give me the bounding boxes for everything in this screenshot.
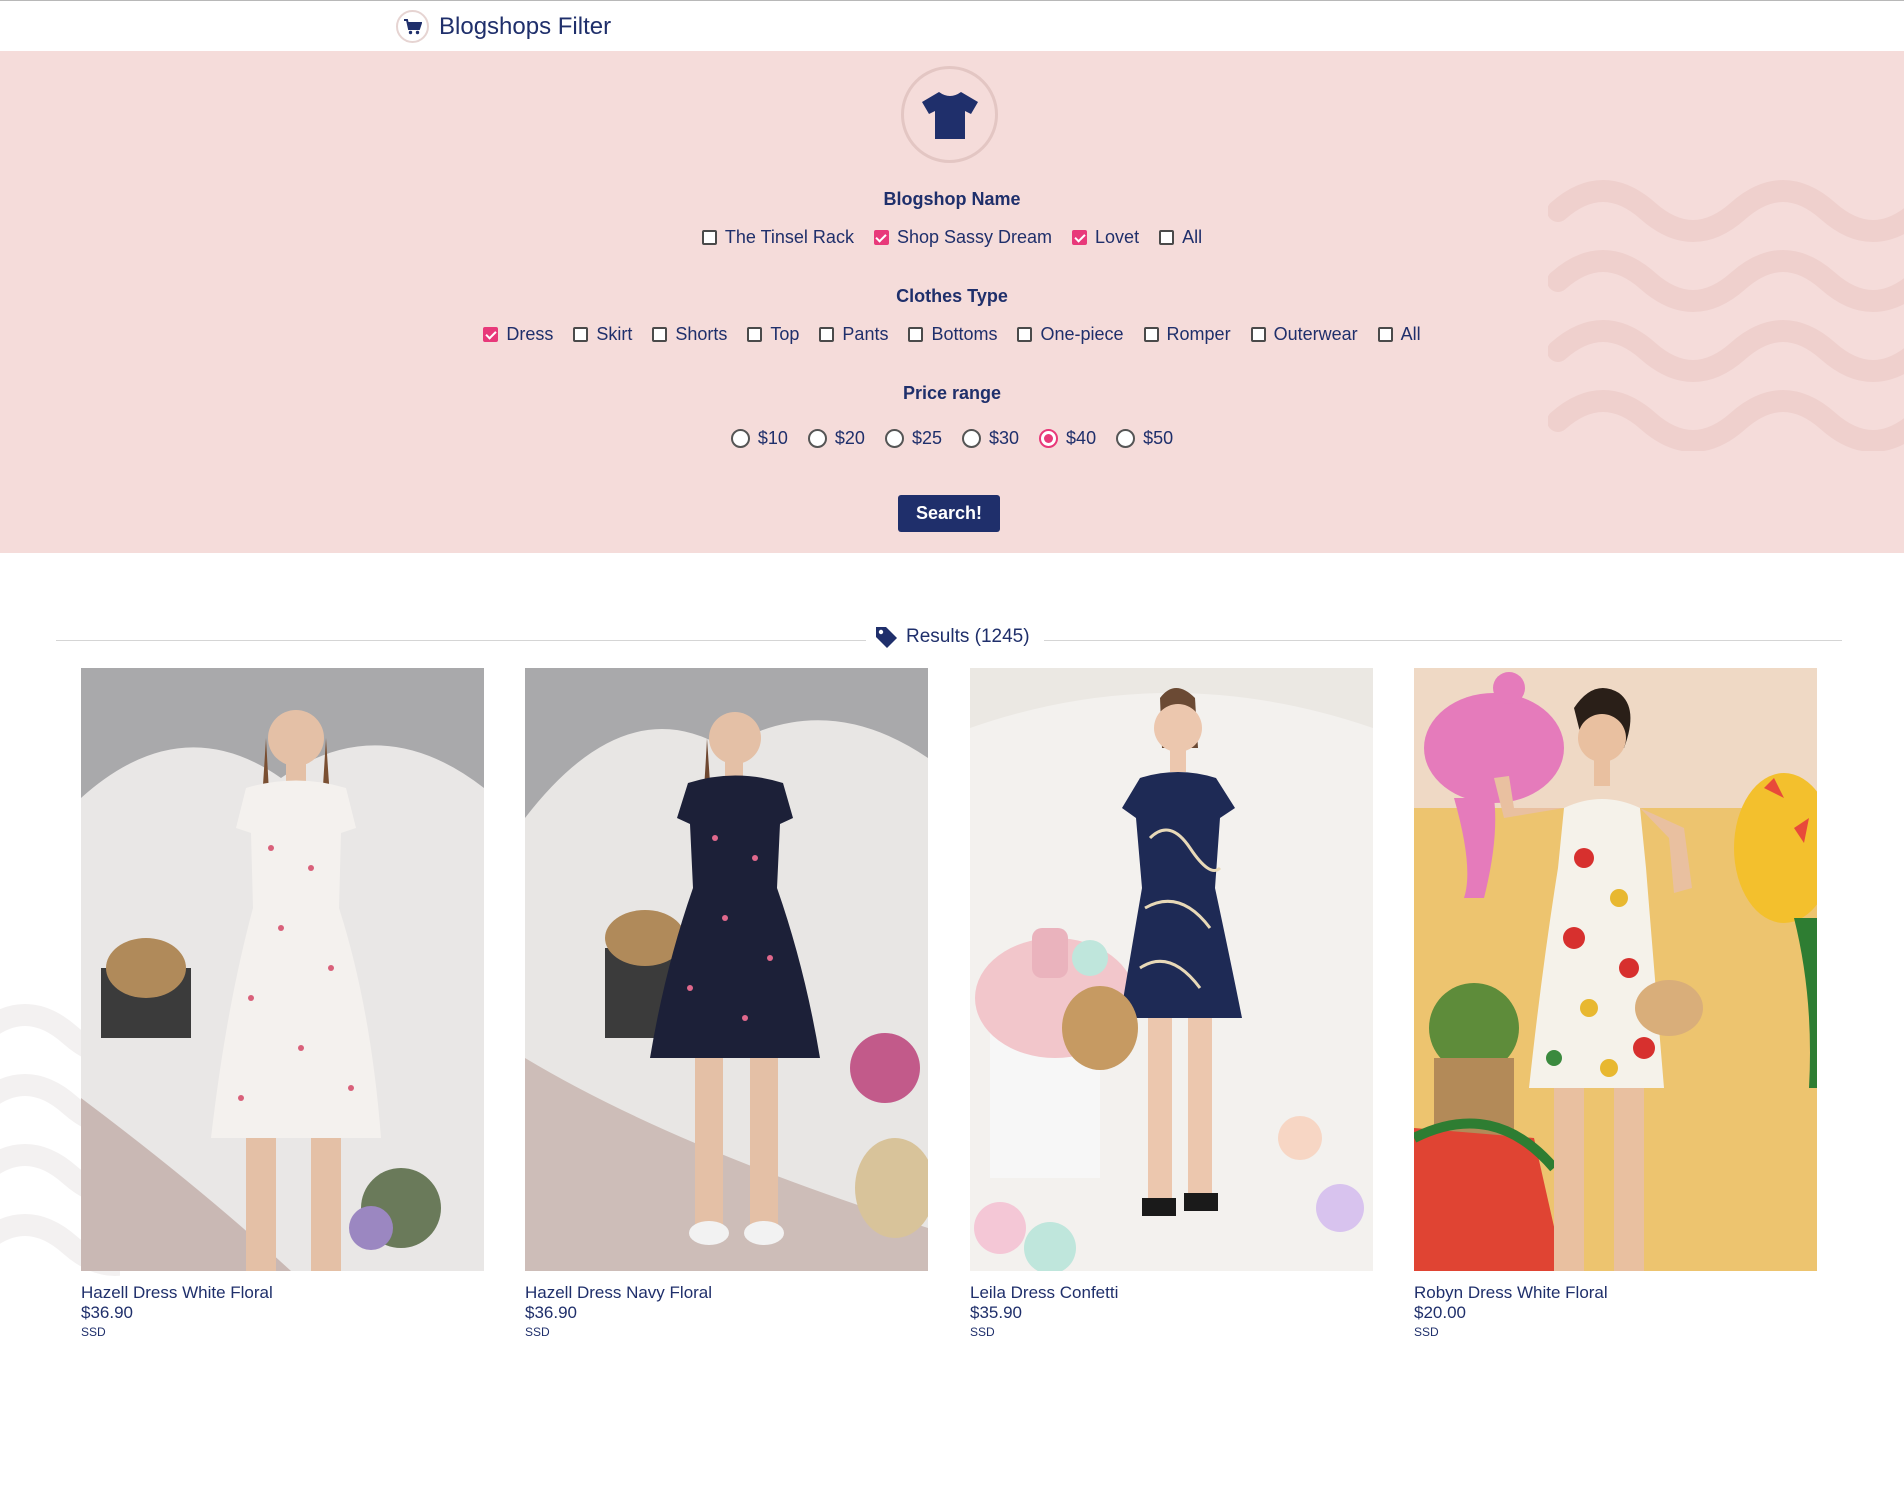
blogshop-option-shop-sassy-dream[interactable]: Shop Sassy Dream (873, 227, 1052, 248)
clothes-option-pants[interactable]: Pants (819, 324, 888, 345)
checkbox[interactable] (701, 230, 717, 245)
checkbox[interactable] (652, 327, 668, 342)
product-image[interactable] (1414, 668, 1817, 1271)
checkbox[interactable] (908, 327, 924, 342)
checkbox[interactable] (1159, 230, 1175, 245)
radio-button[interactable] (1039, 429, 1059, 448)
product-shop: SSD (81, 1325, 106, 1339)
product-price: $20.00 (1414, 1303, 1466, 1322)
product-image[interactable] (525, 668, 928, 1271)
blogshop-name-title: Blogshop Name (883, 189, 1021, 209)
product-price: $36.90 (525, 1303, 577, 1322)
tag-icon (876, 627, 897, 648)
price-option-30[interactable]: $30 (962, 428, 1019, 449)
price-option-10[interactable]: $10 (730, 428, 788, 449)
price-option-25[interactable]: $25 (884, 428, 942, 449)
results-count: Results (1245) (906, 626, 1030, 647)
clothes-type-title: Clothes Type (896, 286, 1008, 306)
checkbox[interactable] (1377, 327, 1393, 342)
blogshop-option-the-tinsel-rack[interactable]: The Tinsel Rack (701, 227, 854, 248)
product-shop: SSD (1414, 1325, 1439, 1339)
clothes-option-all[interactable]: All (1377, 324, 1421, 345)
checkbox[interactable] (1250, 327, 1266, 342)
clothes-option-bottoms[interactable]: Bottoms (908, 324, 997, 345)
search-button[interactable]: Search! (898, 495, 1000, 532)
product-card[interactable]: Hazell Dress Navy Floral $36.90 SSD (525, 668, 928, 1341)
checkbox[interactable] (1072, 230, 1088, 245)
product-name[interactable]: Hazell Dress White Floral (81, 1283, 484, 1303)
price-range-title: Price range (902, 383, 1002, 403)
product-name[interactable]: Hazell Dress Navy Floral (525, 1283, 928, 1303)
price-range-options: $10 $20 $25 $30 $40 $50 (0, 428, 1904, 449)
clothes-option-outerwear[interactable]: Outerwear (1250, 324, 1358, 345)
product-name[interactable]: Robyn Dress White Floral (1414, 1283, 1817, 1303)
checkbox[interactable] (873, 230, 889, 245)
filter-panel: Blogshop Name The Tinsel Rack Shop Sassy… (0, 51, 1904, 553)
results-header: Results (1245) (866, 625, 1044, 649)
product-image[interactable] (81, 668, 484, 1271)
tshirt-icon (901, 66, 998, 163)
blogshop-option-all[interactable]: All (1159, 227, 1202, 248)
product-shop: SSD (970, 1325, 995, 1339)
checkbox[interactable] (819, 327, 835, 342)
checkbox[interactable] (747, 327, 763, 342)
checkbox[interactable] (1017, 327, 1033, 342)
checkbox[interactable] (483, 327, 499, 342)
brand[interactable]: Blogshops Filter (396, 10, 611, 43)
top-navbar: Blogshops Filter (0, 0, 1904, 52)
blogshop-options: The Tinsel Rack Shop Sassy Dream Lovet A… (0, 227, 1904, 248)
product-card[interactable]: Robyn Dress White Floral $20.00 SSD (1414, 668, 1817, 1341)
product-image[interactable] (970, 668, 1373, 1271)
radio-button[interactable] (730, 429, 750, 448)
product-name[interactable]: Leila Dress Confetti (970, 1283, 1373, 1303)
radio-button[interactable] (1116, 429, 1136, 448)
clothes-option-one-piece[interactable]: One-piece (1017, 324, 1124, 345)
product-card[interactable]: Leila Dress Confetti $35.90 SSD (970, 668, 1373, 1341)
radio-button[interactable] (807, 429, 827, 448)
product-shop: SSD (525, 1325, 550, 1339)
cart-icon (396, 10, 429, 43)
app-title: Blogshops Filter (439, 12, 612, 40)
product-price: $36.90 (81, 1303, 133, 1322)
price-option-40[interactable]: $40 (1039, 428, 1096, 449)
clothes-option-romper[interactable]: Romper (1143, 324, 1231, 345)
product-card[interactable]: Hazell Dress White Floral $36.90 SSD (81, 668, 484, 1341)
price-option-50[interactable]: $50 (1116, 428, 1173, 449)
clothes-option-shorts[interactable]: Shorts (652, 324, 727, 345)
checkbox[interactable] (573, 327, 589, 342)
product-price: $35.90 (970, 1303, 1022, 1322)
clothes-option-skirt[interactable]: Skirt (573, 324, 632, 345)
clothes-option-dress[interactable]: Dress (483, 324, 553, 345)
blogshop-option-lovet[interactable]: Lovet (1072, 227, 1139, 248)
radio-button[interactable] (962, 429, 981, 448)
radio-button[interactable] (884, 429, 904, 448)
checkbox[interactable] (1143, 327, 1159, 342)
clothes-type-options: Dress Skirt Shorts Top Pants Bottoms One… (0, 324, 1904, 345)
clothes-option-top[interactable]: Top (747, 324, 799, 345)
price-option-20[interactable]: $20 (807, 428, 865, 449)
